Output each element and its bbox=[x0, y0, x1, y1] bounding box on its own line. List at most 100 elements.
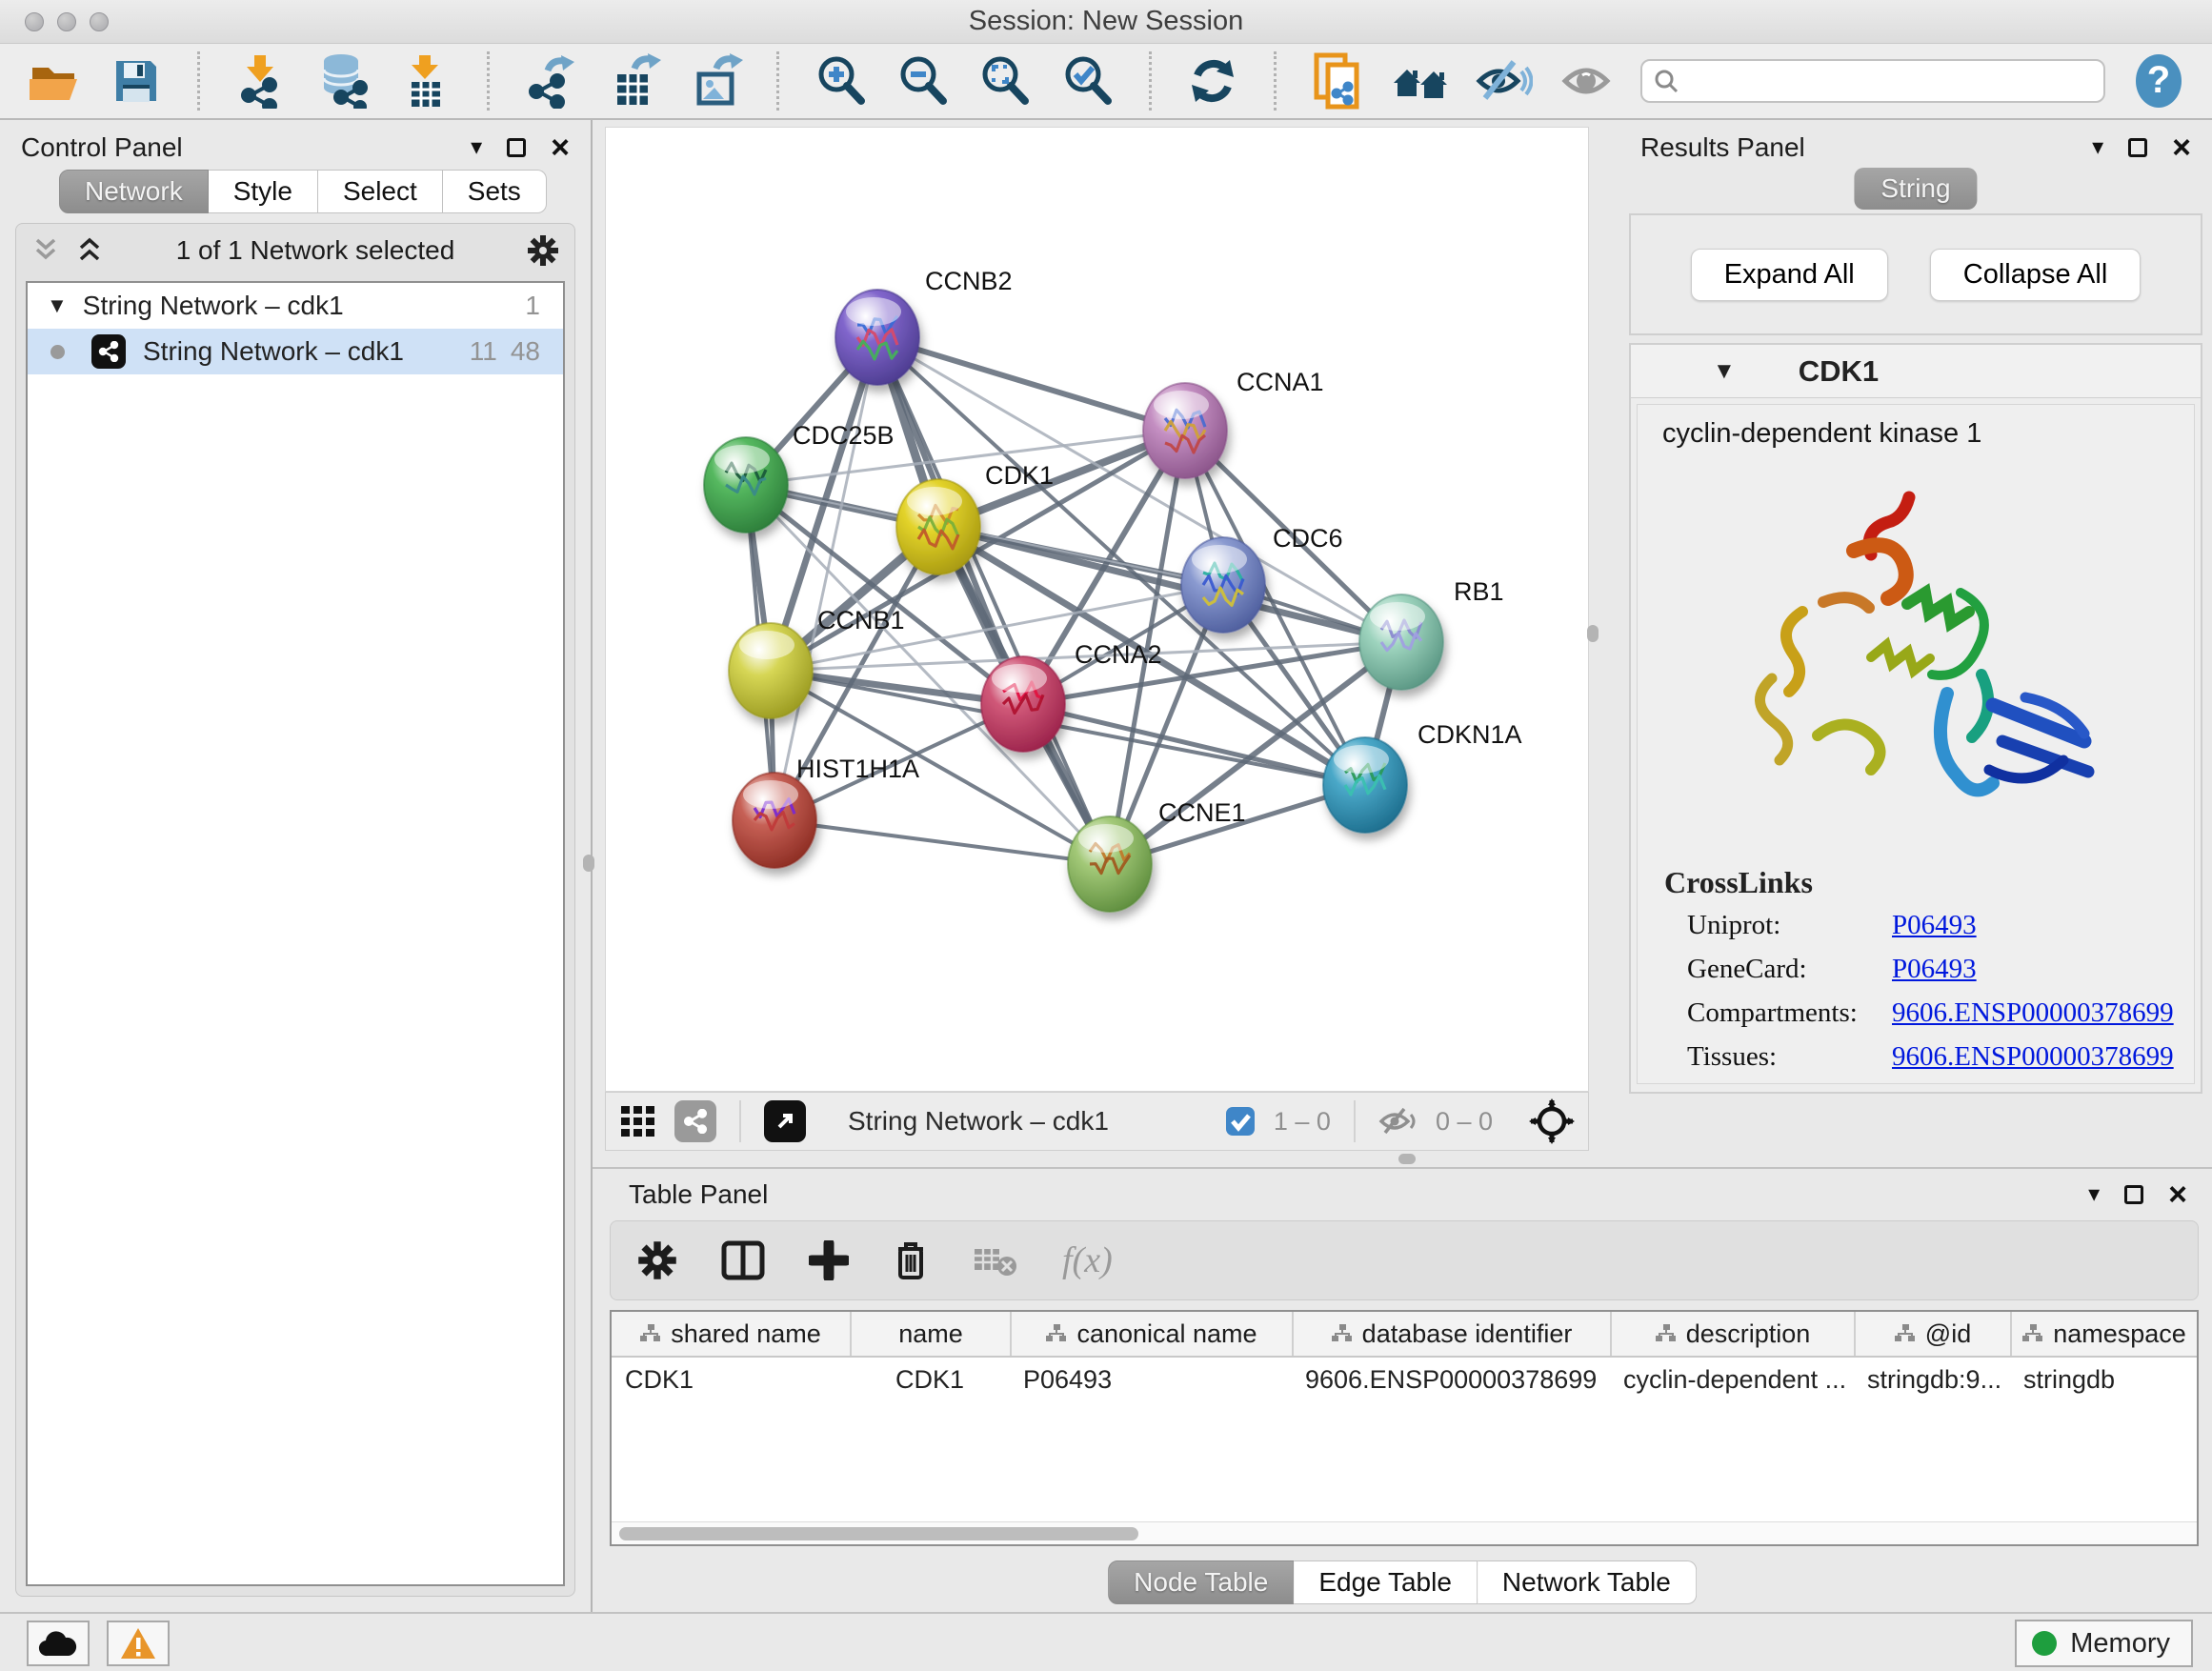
open-session-button[interactable] bbox=[25, 51, 82, 111]
search-box[interactable] bbox=[1640, 59, 2105, 103]
refresh-button[interactable] bbox=[1184, 51, 1241, 111]
column-header-name[interactable]: name bbox=[850, 1312, 1010, 1356]
crosslink-value-link[interactable]: P06493 bbox=[1892, 954, 1977, 985]
network-row-selected[interactable]: String Network – cdk1 11 48 bbox=[28, 329, 563, 374]
tab-network[interactable]: Network bbox=[59, 170, 209, 213]
add-column-icon[interactable] bbox=[809, 1240, 849, 1280]
first-neighbors-button[interactable] bbox=[1392, 51, 1451, 111]
crosslink-value-link[interactable]: P06493 bbox=[1892, 910, 1977, 941]
open-in-new-icon[interactable] bbox=[764, 1100, 806, 1142]
panel-close-icon[interactable]: × bbox=[2172, 131, 2191, 164]
tab-select[interactable]: Select bbox=[318, 170, 443, 213]
hide-selected-button[interactable] bbox=[1476, 51, 1533, 111]
zoom-window-icon[interactable] bbox=[90, 12, 109, 31]
tab-node-table[interactable]: Node Table bbox=[1108, 1560, 1294, 1604]
panel-close-icon[interactable]: × bbox=[2168, 1178, 2187, 1211]
tab-style[interactable]: Style bbox=[209, 170, 318, 213]
tab-string[interactable]: String bbox=[1854, 168, 1977, 210]
cloud-button[interactable] bbox=[27, 1621, 90, 1666]
export-network-button[interactable] bbox=[522, 51, 579, 111]
protein-node-CCNA2[interactable] bbox=[981, 656, 1065, 752]
left-splitter-handle[interactable] bbox=[583, 855, 594, 872]
import-network-file-button[interactable] bbox=[232, 51, 290, 111]
network-canvas[interactable]: CCNB2CCNA1CDC25BCDK1CDC6RB1CCNB1CCNA2CDK… bbox=[605, 127, 1589, 1092]
network-collection-label: String Network – cdk1 bbox=[83, 291, 526, 321]
column-header-description[interactable]: description bbox=[1610, 1312, 1854, 1356]
panel-float-icon[interactable] bbox=[507, 138, 526, 157]
zoom-fit-button[interactable] bbox=[976, 51, 1034, 111]
section-caret-icon[interactable]: ▼ bbox=[1713, 358, 1736, 385]
collapse-all-icon[interactable] bbox=[31, 236, 60, 265]
expand-all-button[interactable]: Expand All bbox=[1691, 249, 1888, 301]
tree-caret-icon[interactable]: ▼ bbox=[47, 293, 68, 318]
column-header-id[interactable]: @id bbox=[1854, 1312, 2010, 1356]
panel-menu-icon[interactable]: ▾ bbox=[2088, 1183, 2100, 1206]
collapse-all-button[interactable]: Collapse All bbox=[1930, 249, 2142, 301]
protein-node-CDC6[interactable] bbox=[1181, 537, 1265, 633]
column-header-namespace[interactable]: namespace bbox=[2010, 1312, 2197, 1356]
protein-node-CDC25B[interactable] bbox=[704, 437, 788, 533]
column-header-database-identifier[interactable]: database identifier bbox=[1292, 1312, 1610, 1356]
birdseye-crosshair-icon[interactable] bbox=[1529, 1098, 1575, 1144]
network-collection-row[interactable]: ▼ String Network – cdk1 1 bbox=[28, 283, 563, 329]
delete-column-icon[interactable] bbox=[893, 1239, 929, 1281]
cloud-icon bbox=[38, 1629, 78, 1658]
tab-edge-table[interactable]: Edge Table bbox=[1294, 1560, 1478, 1604]
zoom-selected-button[interactable] bbox=[1059, 51, 1116, 111]
tab-sets[interactable]: Sets bbox=[443, 170, 547, 213]
function-builder-button[interactable]: f(x) bbox=[1062, 1239, 1113, 1281]
panel-menu-icon[interactable]: ▾ bbox=[471, 136, 482, 159]
show-all-button[interactable] bbox=[1558, 51, 1615, 111]
help-button[interactable]: ? bbox=[2130, 51, 2187, 111]
zoom-in-button[interactable] bbox=[812, 51, 869, 111]
table-horizontal-scrollbar[interactable] bbox=[612, 1521, 2197, 1544]
protein-node-CDKN1A[interactable] bbox=[1323, 737, 1407, 833]
import-network-database-button[interactable] bbox=[314, 51, 372, 111]
grid-view-icon[interactable] bbox=[619, 1102, 657, 1140]
selected-nodes-checkbox-icon[interactable] bbox=[1224, 1105, 1257, 1137]
zoom-out-button[interactable] bbox=[895, 51, 952, 111]
protein-section-header[interactable]: ▼ CDK1 bbox=[1631, 345, 2201, 398]
table-row[interactable]: CDK1 CDK1 P06493 9606.ENSP00000378699 cy… bbox=[612, 1358, 2197, 1401]
warning-icon bbox=[119, 1626, 157, 1661]
crosslink-value-link[interactable]: 9606.ENSP00000378699 bbox=[1892, 997, 2174, 1029]
traffic-lights[interactable] bbox=[25, 12, 109, 31]
protein-node-CCNB2[interactable] bbox=[835, 290, 919, 385]
close-window-icon[interactable] bbox=[25, 12, 44, 31]
control-panel-tabs: Network Style Select Sets bbox=[59, 170, 547, 213]
export-image-button[interactable] bbox=[687, 51, 744, 111]
save-session-button[interactable] bbox=[107, 51, 164, 111]
string-network-graph[interactable]: CCNB2CCNA1CDC25BCDK1CDC6RB1CCNB1CCNA2CDK… bbox=[606, 128, 1590, 1093]
expand-all-icon[interactable] bbox=[75, 236, 104, 265]
delete-table-icon-disabled[interactable] bbox=[973, 1243, 1018, 1278]
crosslink-value-link[interactable]: 9606.ENSP00000378699 bbox=[1892, 1041, 2174, 1073]
right-splitter-handle[interactable] bbox=[1587, 625, 1599, 642]
bottom-splitter-handle[interactable] bbox=[1398, 1154, 1416, 1164]
column-header-canonical-name[interactable]: canonical name bbox=[1010, 1312, 1292, 1356]
protein-node-RB1[interactable] bbox=[1359, 594, 1443, 690]
scrollbar-thumb[interactable] bbox=[619, 1527, 1138, 1540]
warnings-button[interactable] bbox=[107, 1621, 170, 1666]
column-header-shared-name[interactable]: shared name bbox=[612, 1312, 850, 1356]
duplicate-network-button[interactable] bbox=[1309, 51, 1366, 111]
network-share-icon[interactable] bbox=[674, 1100, 716, 1142]
panel-menu-icon[interactable]: ▾ bbox=[2092, 136, 2103, 159]
import-table-file-button[interactable] bbox=[397, 51, 454, 111]
protein-node-CCNA1[interactable] bbox=[1143, 383, 1227, 478]
protein-node-CCNB1[interactable] bbox=[729, 623, 813, 718]
table-settings-gear-icon[interactable] bbox=[637, 1240, 677, 1280]
minimize-window-icon[interactable] bbox=[57, 12, 76, 31]
panel-float-icon[interactable] bbox=[2128, 138, 2147, 157]
panel-float-icon[interactable] bbox=[2124, 1185, 2143, 1204]
tab-network-table[interactable]: Network Table bbox=[1478, 1560, 1697, 1604]
show-columns-icon[interactable] bbox=[721, 1240, 765, 1280]
protein-node-HIST1H1A[interactable] bbox=[733, 773, 816, 868]
protein-node-CCNE1[interactable] bbox=[1068, 816, 1152, 912]
gear-icon[interactable] bbox=[527, 234, 559, 267]
search-input[interactable] bbox=[1686, 67, 2092, 96]
memory-button[interactable]: Memory bbox=[2015, 1620, 2193, 1667]
export-table-button[interactable] bbox=[605, 51, 662, 111]
hidden-edges-eye-icon[interactable] bbox=[1378, 1104, 1418, 1138]
panel-close-icon[interactable]: × bbox=[551, 131, 570, 164]
protein-node-CDK1[interactable] bbox=[896, 479, 980, 574]
